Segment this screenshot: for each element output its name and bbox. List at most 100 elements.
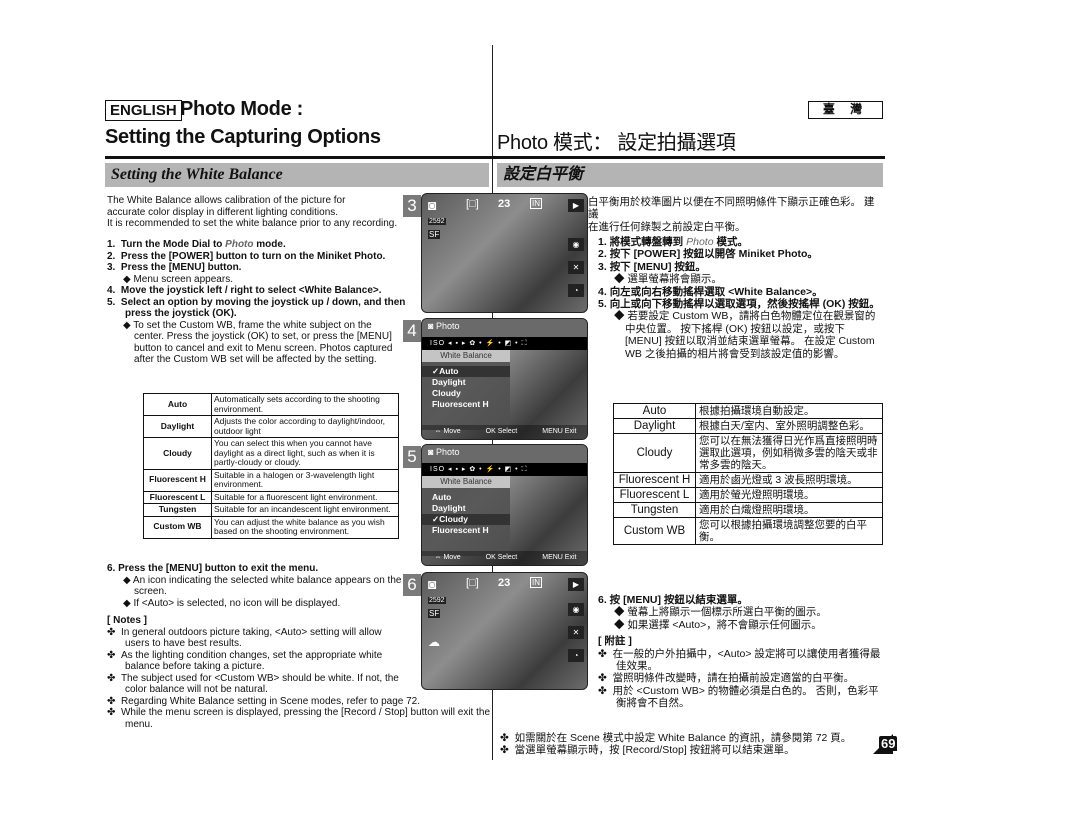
- menu-tabs[interactable]: ISO ◂ ▪ ▸ ✿ • ⚡ • ◩ • ⛶: [422, 463, 587, 476]
- step-2: 2. 按下 [POWER] 按鈕以開啓 Miniket Photo。: [598, 248, 818, 261]
- menu-footer: ⇔ Move OK Select MENU Exit: [422, 551, 587, 565]
- camera-screen-6: ◙ [□] 23 IN 2592 SF ☁ ▶ ◉ ✕ ◔: [421, 572, 588, 690]
- note: ✤ Regarding White Balance setting in Sce…: [107, 695, 421, 707]
- wb-mode-description: 適用於鹵光燈或 3 波長照明環境。: [695, 472, 883, 488]
- wb-table-row: Custom WB 您可以根據拍攝環境調整您要的白平衡。: [613, 517, 883, 545]
- wb-mode-name: Custom WB: [613, 517, 696, 545]
- wb-table-row: Fluorescent L Suitable for a fluorescent …: [143, 490, 399, 504]
- intro-line: It is recommended to set the white balan…: [107, 218, 398, 229]
- wb-mode-description: Suitable for a fluorescent light environ…: [211, 490, 399, 504]
- memory-icon: IN: [530, 198, 542, 209]
- wb-mode-name: Custom WB: [143, 515, 212, 539]
- menu-item[interactable]: Daylight: [422, 503, 510, 514]
- note: ✤ While the menu screen is displayed, pr…: [107, 707, 491, 730]
- wb-mode-description: You can select this when you cannot have…: [211, 437, 399, 470]
- step-3: 3. Press the [MENU] button.: [107, 262, 242, 273]
- notes-title: [ Notes ]: [107, 615, 147, 626]
- step-6: 6. Press the [MENU] button to exit the m…: [107, 563, 319, 574]
- wb-mode-name: Daylight: [613, 418, 696, 434]
- step-6-bullet: ◆ If <Auto> is selected, no icon will be…: [123, 597, 341, 609]
- step-5: 5. 向上或向下移動搖桿以選取選項，然後按搖桿 (OK) 按鈕。: [598, 298, 880, 311]
- page-title-line2: Setting the Capturing Options: [105, 126, 381, 148]
- step-2: 2. Press the [POWER] button to turn on t…: [107, 250, 386, 262]
- en-wb-table: Auto Automatically sets according to the …: [143, 393, 399, 539]
- menu-tabs[interactable]: ISO ◂ ▪ ▸ ✿ • ⚡ • ◩ • ⛶: [422, 337, 587, 350]
- wb-mode-description: Suitable in a halogen or 3-wavelength li…: [211, 468, 399, 492]
- wb-table-row: Daylight 根據白天/室内、室外照明調整色彩。: [613, 418, 883, 434]
- quality-icon: SF: [428, 609, 441, 618]
- eye-icon: ◉: [568, 238, 584, 251]
- en-steps: 1. Turn the Mode Dial to Photo mode. 2. …: [107, 239, 409, 366]
- flash-off-icon: ✕: [568, 626, 584, 639]
- notes-title: [ 附註 ]: [598, 635, 632, 648]
- menu-mode: ◙ Photo: [422, 445, 587, 463]
- size-icon: 2592: [428, 597, 446, 604]
- wb-mode-description: Automatically sets according to the shoo…: [211, 393, 399, 416]
- note: ✤ 當選單螢幕顯示時，按 [Record/Stop] 按鈕將可以結束選單。: [500, 744, 795, 757]
- en-intro: The White Balance allows calibration of …: [107, 195, 407, 230]
- menu-footer: ⇔ Move OK Select MENU Exit: [422, 425, 587, 439]
- step-5-bullet: ◆ To set the Custom WB, frame the white …: [123, 319, 393, 366]
- menu-item[interactable]: Auto: [422, 492, 510, 503]
- wb-mode-description: 適用於白熾燈照明環境。: [695, 502, 883, 518]
- zh-steps: 1. 將模式轉盤轉到 Photo 模式。 2. 按下 [POWER] 按鈕以開啓…: [598, 236, 883, 360]
- step-5: 5. Select an option by moving the joysti…: [107, 296, 406, 320]
- wb-mode-description: 您可以在無法獲得日光作爲直接照明時選取此選項，例如稍微多雲的陰天或非常多雲的陰天…: [695, 433, 883, 473]
- wb-table-row: Tungsten Suitable for an incandescent lig…: [143, 503, 399, 517]
- note: ✤ As the lighting condition changes, set…: [107, 649, 383, 673]
- note: ✤ 用於 <Custom WB> 的物體必須是白色的。 否則，色彩平衡將會不自然…: [598, 684, 879, 710]
- menu-item[interactable]: Daylight: [422, 377, 510, 388]
- camera-icon: ◙: [428, 576, 437, 592]
- menu-item[interactable]: Fluorescent H: [422, 399, 510, 410]
- step-6-bullet: ◆ An icon indicating the selected white …: [123, 574, 402, 598]
- menu-item[interactable]: ✓Auto: [422, 366, 510, 377]
- intro-line: accurate color display in different ligh…: [107, 206, 339, 218]
- size-icon: 2592: [428, 218, 446, 225]
- zh-intro: 白平衡用於校準圖片以便在不同照明條件下顯示正確色彩。 建議 在進行任何錄製之前設…: [588, 196, 883, 233]
- flash-off-icon: ✕: [568, 261, 584, 274]
- menu-mode: ◙ Photo: [422, 319, 587, 337]
- camera-screen-3: ◙ [□] 23 IN 2592 SF ▶ ◉ ✕ ◔: [421, 193, 588, 313]
- wb-table-row: Fluorescent H Suitable in a halogen or 3-…: [143, 468, 399, 492]
- step-4: 4. Move the joystick left / right to sel…: [107, 285, 382, 296]
- playback-icon: ▶: [568, 578, 584, 591]
- quality-icon: SF: [428, 230, 441, 239]
- wb-mode-description: 根據拍攝環境自動設定。: [695, 403, 883, 419]
- zh-page-title: Photo 模式： 設定拍攝選項: [497, 132, 736, 154]
- screen-label: 5: [403, 446, 421, 468]
- wb-menu: ✓Auto Daylight Cloudy Fluorescent H: [422, 362, 510, 430]
- page-title-line1: Photo Mode :: [180, 98, 304, 120]
- cloudy-icon: ☁: [428, 635, 440, 649]
- section-title-en: Setting the White Balance: [105, 163, 489, 187]
- step-5-bullet: ◆ 若要設定 Custom WB，請將白色物體定位在觀景窗的中央位置。 按下搖桿…: [614, 310, 876, 360]
- wb-mode-description: 適用於螢光燈照明環境。: [695, 487, 883, 503]
- wb-mode-name: Cloudy: [613, 433, 696, 473]
- section-title-zh: 設定白平衡: [497, 163, 883, 187]
- step-3-bullet: ◆ Menu screen appears.: [123, 273, 233, 285]
- timer-icon: ◔: [568, 284, 584, 297]
- wb-menu: Auto Daylight ✓Cloudy Fluorescent H: [422, 488, 510, 556]
- menu-item[interactable]: Fluorescent H: [422, 525, 510, 536]
- wb-table-row: Auto 根據拍攝環境自動設定。: [613, 403, 883, 419]
- wb-table-row: Tungsten 適用於白熾燈照明環境。: [613, 502, 883, 518]
- screen-label: 4: [403, 320, 421, 342]
- wb-mode-name: Tungsten: [143, 503, 212, 517]
- focus-icon: [□]: [466, 198, 479, 210]
- menu-item[interactable]: ✓Cloudy: [422, 514, 510, 525]
- menu-title: White Balance: [422, 476, 510, 488]
- wb-mode-description: Suitable for an incandescent light envir…: [211, 503, 399, 517]
- header-rule: [105, 156, 885, 159]
- en-step6: 6. Press the [MENU] button to exit the m…: [107, 563, 490, 730]
- page-number: 69: [879, 736, 898, 751]
- camera-screen-5: ◙ Photo ISO ◂ ▪ ▸ ✿ • ⚡ • ◩ • ⛶ White Ba…: [421, 444, 588, 566]
- zh-notes-wide: ✤ 如需關於在 Scene 模式中設定 White Balance 的資訊，請參…: [500, 732, 880, 757]
- wb-table-row: Fluorescent H 適用於鹵光燈或 3 波長照明環境。: [613, 472, 883, 488]
- camera-icon: ◙: [428, 197, 437, 213]
- intro-line: 在進行任何錄製之前設定白平衡。: [588, 220, 746, 233]
- menu-item[interactable]: Cloudy: [422, 388, 510, 399]
- screen-label: 3: [403, 195, 421, 217]
- intro-line: The White Balance allows calibration of …: [107, 195, 346, 206]
- wb-mode-description: 您可以根據拍攝環境調整您要的白平衡。: [695, 517, 883, 545]
- wb-mode-name: Fluorescent L: [143, 490, 212, 504]
- note: ✤ In general outdoors picture taking, <A…: [107, 626, 382, 650]
